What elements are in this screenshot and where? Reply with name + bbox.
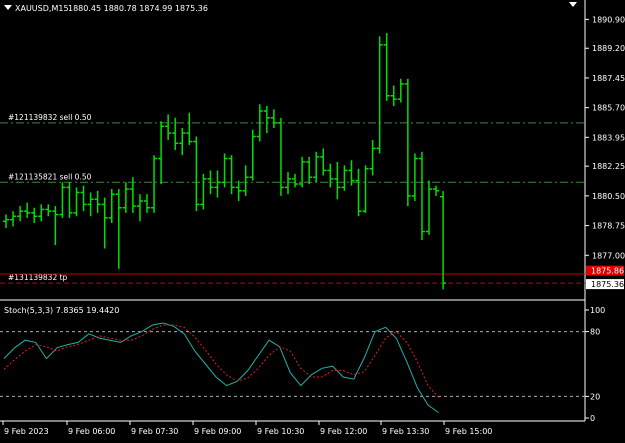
time-tick-label: 9 Feb 09:00 [194, 427, 241, 436]
ohlc-label: 1880.45 1880.78 1874.99 1875.36 [68, 4, 208, 13]
chart-window[interactable]: XAUUSD,M15 1880.45 1880.78 1874.99 1875.… [0, 0, 625, 439]
time-tick-label: 9 Feb 2023 [4, 427, 49, 436]
order-level-label: #121139832 sell 0.50 [8, 113, 92, 122]
time-tick-label: 9 Feb 15:00 [445, 427, 492, 436]
time-tick-label: 9 Feb 06:00 [68, 427, 115, 436]
time-tick-label: 9 Feb 07:30 [131, 427, 178, 436]
stoch-tick-label: 80 [590, 328, 600, 337]
chart-canvas[interactable]: XAUUSD,M15 1880.45 1880.78 1874.99 1875.… [0, 0, 625, 439]
price-tick-label: 1887.45 [592, 74, 625, 83]
price-tick-label: 1883.95 [592, 133, 625, 142]
stoch-tick-label: 0 [590, 414, 595, 423]
time-tick-label: 9 Feb 10:30 [257, 427, 304, 436]
price-tick-label: 1882.25 [592, 162, 625, 171]
price-tick-label: 1890.90 [592, 15, 625, 24]
price-tick-label: 1878.75 [592, 222, 625, 231]
chart-background [0, 0, 625, 439]
stochastic-title: Stoch(5,3,3) 7.8365 19.4420 [4, 306, 119, 315]
order-level-label: #121135821 sell 0.50 [8, 172, 92, 181]
bid-price-tag: 1875.86 [591, 267, 624, 276]
price-tick-label: 1885.70 [592, 104, 625, 113]
time-tick-label: 9 Feb 12:00 [320, 427, 367, 436]
price-tick-label: 1889.20 [592, 44, 625, 53]
time-tick-label: 9 Feb 13:30 [382, 427, 429, 436]
stoch-tick-label: 100 [590, 306, 605, 315]
symbol-label: XAUUSD,M15 [15, 4, 69, 13]
stoch-tick-label: 20 [590, 392, 600, 401]
tp-level-label: #131139832 tp [8, 273, 68, 282]
price-tick-label: 1877.00 [592, 251, 625, 260]
price-tick-label: 1880.50 [592, 192, 625, 201]
current-price-tag: 1875.36 [591, 280, 624, 289]
